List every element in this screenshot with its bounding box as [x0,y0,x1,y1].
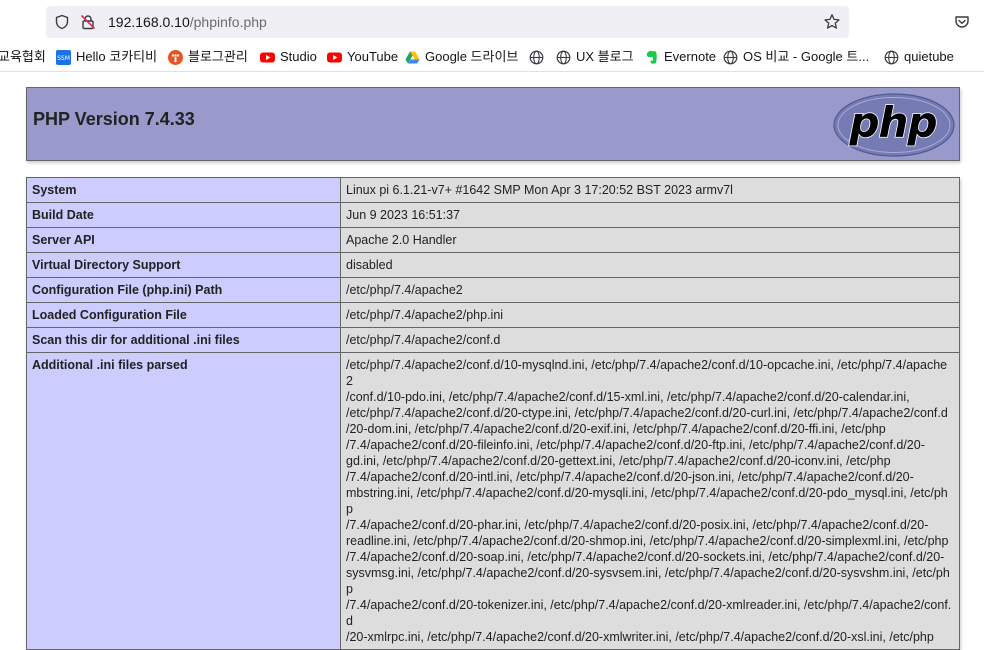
row-value: Jun 9 2023 16:51:37 [340,202,960,228]
bookmark-3[interactable]: Studio [260,48,317,66]
insecure-lock-icon[interactable] [80,14,96,30]
ini-line: /etc/php/7.4/apache2/conf.d/10-mysqlnd.i… [346,358,948,388]
url-text[interactable]: 192.168.0.10/phpinfo.php [108,14,267,30]
row-key: Loaded Configuration File [26,302,341,328]
url-path: /phpinfo.php [189,14,267,30]
row-value: Linux pi 6.1.21-v7+ #1642 SMP Mon Apr 3 … [340,177,960,203]
address-bar[interactable]: 192.168.0.10/phpinfo.php [46,6,849,38]
table-row: System Linux pi 6.1.21-v7+ #1642 SMP Mon… [26,177,960,203]
bookmark-label: YouTube [347,49,399,64]
php-logo[interactable]: php [833,93,955,157]
globe-icon [723,50,738,64]
bookmark-label: UX 블로그 [576,49,634,64]
ini-line: gd.ini, /etc/php/7.4/apache2/conf.d/20-g… [346,454,891,468]
bookmark-label: Hello 코카티비 [76,49,158,64]
bookmark-label: Google 드라이브 [425,49,519,64]
evernote-icon [646,50,657,64]
php-info-table: System Linux pi 6.1.21-v7+ #1642 SMP Mon… [26,177,960,650]
ini-line: sysvmsg.ini, /etc/php/7.4/apache2/conf.d… [346,566,950,596]
globe-icon [884,50,899,64]
bookmark-5[interactable]: Google 드라이브 [405,48,518,66]
browser-chrome: 192.168.0.10/phpinfo.php 교육협회 SSM Hello … [0,0,984,72]
row-value: Apache 2.0 Handler [340,227,960,253]
ini-line: /7.4/apache2/conf.d/20-fileinfo.ini, /et… [346,438,925,452]
ssm-icon: SSM [56,49,71,65]
globe-icon [529,50,544,64]
row-key: Virtual Directory Support [26,252,341,278]
row-value: /etc/php/7.4/apache2/php.ini [340,302,960,328]
row-key: System [26,177,341,203]
row-value-ini-files: /etc/php/7.4/apache2/conf.d/10-mysqlnd.i… [340,352,960,650]
row-key: Build Date [26,202,341,228]
bookmark-8[interactable]: Evernote [644,48,716,66]
bookmark-0[interactable]: 교육협회 [0,48,46,66]
shield-icon[interactable] [54,14,70,30]
row-value: /etc/php/7.4/apache2/conf.d [340,327,960,353]
ini-line: mbstring.ini, /etc/php/7.4/apache2/conf.… [346,486,948,516]
ini-line: /20-xmlrpc.ini, /etc/php/7.4/apache2/con… [346,630,934,644]
bookmark-label: quietube [904,49,954,64]
row-key: Scan this dir for additional .ini files [26,327,341,353]
bookmark-6[interactable] [529,48,549,66]
bookmark-1[interactable]: SSM Hello 코카티비 [56,48,157,66]
bookmark-label: 교육협회 [0,49,46,64]
ini-line: /7.4/apache2/conf.d/20-soap.ini, /etc/ph… [346,550,945,564]
table-row: Server API Apache 2.0 Handler [26,227,960,253]
row-key: Server API [26,227,341,253]
ini-line: /conf.d/10-pdo.ini, /etc/php/7.4/apache2… [346,390,910,404]
row-key: Configuration File (php.ini) Path [26,277,341,303]
globe-icon [556,50,571,64]
table-row: Configuration File (php.ini) Path /etc/p… [26,277,960,303]
ini-line: /etc/php/7.4/apache2/conf.d/20-ctype.ini… [346,406,948,420]
bookmark-label: Evernote [664,49,717,64]
bookmark-7[interactable]: UX 블로그 [556,48,634,66]
table-row: Additional .ini files parsed /etc/php/7.… [26,352,960,650]
toolbar-divider [0,71,984,72]
row-value: disabled [340,252,960,278]
table-row: Build Date Jun 9 2023 16:51:37 [26,202,960,228]
ini-line: /7.4/apache2/conf.d/20-intl.ini, /etc/ph… [346,470,914,484]
php-logo-text: php [848,98,936,147]
ini-line: /20-dom.ini, /etc/php/7.4/apache2/conf.d… [346,422,886,436]
bookmark-star-icon[interactable] [823,13,841,31]
row-key: Additional .ini files parsed [26,352,341,650]
ini-line: readline.ini, /etc/php/7.4/apache2/conf.… [346,534,949,548]
pocket-icon[interactable] [954,14,970,30]
google-drive-icon [405,51,420,63]
youtube-icon [327,52,342,62]
bookmark-9[interactable]: OS 비교 - Google 트... [723,48,869,66]
bookmark-label: 블로그관리 [188,49,248,64]
bookmark-label: Studio [280,49,317,64]
row-value: /etc/php/7.4/apache2 [340,277,960,303]
url-host: 192.168.0.10 [108,14,190,30]
table-row: Loaded Configuration File /etc/php/7.4/a… [26,302,960,328]
ini-line: /7.4/apache2/conf.d/20-tokenizer.ini, /e… [346,598,952,628]
bookmark-2[interactable]: 블로그관리 [168,48,248,66]
bookmark-4[interactable]: YouTube [327,48,398,66]
table-row: Scan this dir for additional .ini files … [26,327,960,353]
page-title: PHP Version 7.4.33 [33,109,195,129]
php-version-header: PHP Version 7.4.33 php [26,87,960,161]
ini-line: /7.4/apache2/conf.d/20-phar.ini, /etc/ph… [346,518,929,532]
table-row: Virtual Directory Support disabled [26,252,960,278]
bookmark-10[interactable]: quietube [884,48,954,66]
youtube-icon [260,52,275,62]
bookmark-label: OS 비교 - Google 트... [743,49,870,64]
svg-text:SSM: SSM [57,55,70,62]
bookmarks-toolbar: 교육협회 SSM Hello 코카티비 블로그관리 Studio YouTube… [0,44,984,68]
tistory-icon [168,49,183,65]
